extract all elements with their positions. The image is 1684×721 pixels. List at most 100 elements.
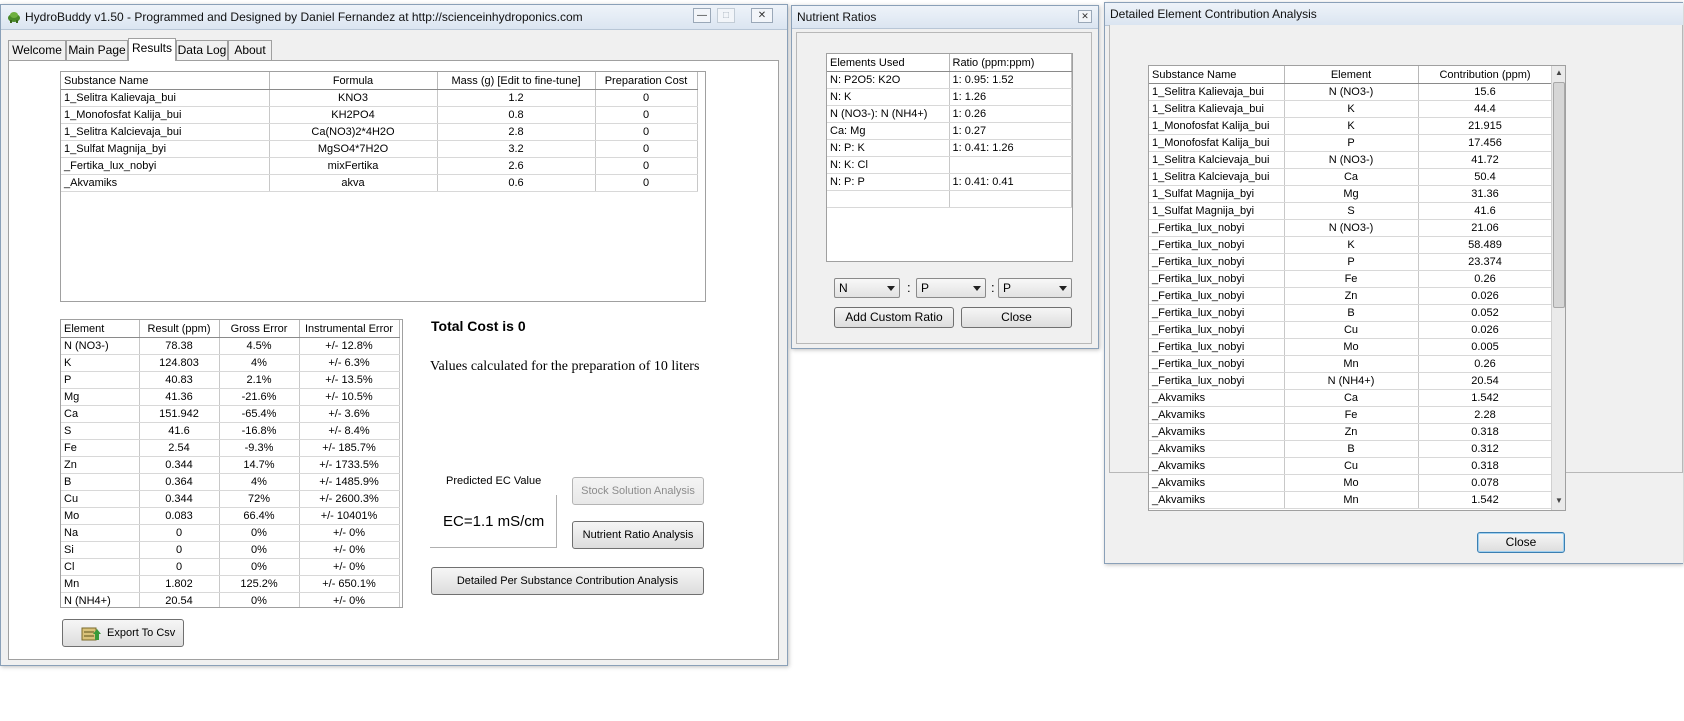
substance-row-cell[interactable]: 3.2 [437,140,596,158]
element-row-cell[interactable]: +/- 13.5% [299,371,400,389]
contribution-row-cell[interactable]: _Fertika_lux_nobyi [1149,236,1285,254]
col-detail-contribution[interactable]: Contribution (ppm) [1418,66,1553,84]
substance-row-cell[interactable]: 1_Selitra Kalievaja_bui [61,89,270,107]
element-row-cell[interactable]: 151.942 [139,405,220,423]
element-row-cell[interactable]: 4% [219,473,300,491]
contribution-row-cell[interactable]: 21.915 [1418,117,1553,135]
col-ratio[interactable]: Ratio (ppm:ppm) [949,54,1072,72]
contribution-row-cell[interactable]: K [1284,117,1419,135]
element-row-cell[interactable]: 4% [219,354,300,372]
element-row-cell[interactable]: Zn [61,456,140,474]
contribution-row-cell[interactable]: _Akvamiks [1149,389,1285,407]
contribution-row-cell[interactable]: Zn [1284,423,1419,441]
tab-main-page[interactable]: Main Page [66,40,128,60]
element-row-cell[interactable]: +/- 8.4% [299,422,400,440]
element-row-cell[interactable]: 14.7% [219,456,300,474]
ratio-element-select-2[interactable]: P [916,278,986,298]
ratio-row-cell[interactable]: N (NO3-): N (NH4+) [827,105,950,123]
substance-row-cell[interactable]: _Fertika_lux_nobyi [61,157,270,175]
contribution-row-cell[interactable]: S [1284,202,1419,220]
element-row-cell[interactable]: Cu [61,490,140,508]
ratio-row-cell[interactable]: N: K [827,88,950,106]
contribution-row-cell[interactable]: K [1284,236,1419,254]
substance-row-cell[interactable]: 1_Sulfat Magnija_byi [61,140,270,158]
element-row-cell[interactable]: 41.36 [139,388,220,406]
contribution-row[interactable]: 1_Sulfat Magnija_byi S 41.6 [1149,202,1553,220]
ratio-row-cell[interactable]: 1: 0.26 [949,105,1072,123]
col-detail-element[interactable]: Element [1284,66,1419,84]
element-row-cell[interactable]: 0% [219,541,300,559]
element-row-cell[interactable]: +/- 0% [299,558,400,576]
element-row[interactable]: K 124.803 4% +/- 6.3% [61,354,400,372]
detailed-contribution-button[interactable]: Detailed Per Substance Contribution Anal… [431,567,704,595]
element-row[interactable]: P 40.83 2.1% +/- 13.5% [61,371,400,389]
contribution-row[interactable]: _Fertika_lux_nobyi Mn 0.26 [1149,355,1553,373]
element-row[interactable]: Cu 0.344 72% +/- 2600.3% [61,490,400,508]
substance-row-cell[interactable]: 1_Monofosfat Kalija_bui [61,106,270,124]
substance-row-cell[interactable]: akva [269,174,438,192]
element-row-cell[interactable]: +/- 6.3% [299,354,400,372]
tab-about[interactable]: About [228,40,272,60]
contribution-row-cell[interactable]: _Akvamiks [1149,491,1285,509]
contribution-row[interactable]: _Akvamiks B 0.312 [1149,440,1553,458]
contribution-row[interactable]: _Fertika_lux_nobyi N (NO3-) 21.06 [1149,219,1553,237]
minimize-button[interactable]: — [693,8,711,23]
element-row-cell[interactable]: 0% [219,592,300,607]
element-row-cell[interactable]: 66.4% [219,507,300,525]
element-row-cell[interactable]: Mn [61,575,140,593]
substance-row-cell[interactable]: 0.8 [437,106,596,124]
element-row[interactable]: B 0.364 4% +/- 1485.9% [61,473,400,491]
contribution-row[interactable]: 1_Selitra Kalievaja_bui N (NO3-) 15.6 [1149,83,1553,101]
ratio-row-cell[interactable]: Ca: Mg [827,122,950,140]
element-row-cell[interactable]: 124.803 [139,354,220,372]
element-row-cell[interactable]: -65.4% [219,405,300,423]
col-elements-used[interactable]: Elements Used [827,54,950,72]
contribution-row-cell[interactable]: Mn [1284,355,1419,373]
contribution-row-cell[interactable]: _Fertika_lux_nobyi [1149,253,1285,271]
element-row-cell[interactable]: 0% [219,558,300,576]
element-row-cell[interactable]: Cl [61,558,140,576]
elements-grid[interactable]: Element Result (ppm) Gross Error Instrum… [60,319,403,608]
contribution-row[interactable]: _Akvamiks Mo 0.078 [1149,474,1553,492]
contribution-row[interactable]: 1_Selitra Kalievaja_bui K 44.4 [1149,100,1553,118]
contribution-row-cell[interactable]: 31.36 [1418,185,1553,203]
col-formula[interactable]: Formula [269,72,438,90]
contribution-row-cell[interactable]: N (NO3-) [1284,83,1419,101]
col-result-ppm[interactable]: Result (ppm) [139,320,220,338]
element-row-cell[interactable]: 40.83 [139,371,220,389]
element-row-cell[interactable]: -16.8% [219,422,300,440]
contribution-row-cell[interactable]: 1_Sulfat Magnija_byi [1149,202,1285,220]
contribution-row-cell[interactable]: 1_Selitra Kalievaja_bui [1149,83,1285,101]
element-row[interactable]: Si 0 0% +/- 0% [61,541,400,559]
element-row[interactable]: Mn 1.802 125.2% +/- 650.1% [61,575,400,593]
ratio-row[interactable]: N: K: Cl [827,156,1072,174]
contribution-row-cell[interactable]: 41.6 [1418,202,1553,220]
element-row[interactable]: Na 0 0% +/- 0% [61,524,400,542]
substance-row[interactable]: 1_Selitra Kalcievaja_bui Ca(NO3)2*4H2O 2.8… [61,123,698,141]
contribution-row-cell[interactable]: 1_Sulfat Magnija_byi [1149,185,1285,203]
substance-row[interactable]: _Akvamiks akva 0.6 0 [61,174,698,192]
contribution-row[interactable]: 1_Selitra Kalcievaja_bui N (NO3-) 41.72 [1149,151,1553,169]
ratio-row-cell[interactable]: 1: 0.95: 1.52 [949,71,1072,89]
contribution-row-cell[interactable]: B [1284,440,1419,458]
ratio-row-cell[interactable]: 1: 0.41: 1.26 [949,139,1072,157]
ratio-row-cell[interactable] [827,190,950,208]
element-row-cell[interactable]: Mo [61,507,140,525]
element-row[interactable]: Fe 2.54 -9.3% +/- 185.7% [61,439,400,457]
contribution-row-cell[interactable]: 21.06 [1418,219,1553,237]
element-row-cell[interactable]: 4.5% [219,337,300,355]
contribution-row-cell[interactable]: N (NO3-) [1284,219,1419,237]
element-row-cell[interactable]: 0.364 [139,473,220,491]
contribution-row-cell[interactable]: 2.28 [1418,406,1553,424]
contribution-row-cell[interactable]: Fe [1284,406,1419,424]
export-csv-button[interactable]: Export To Csv [62,619,184,647]
element-row-cell[interactable]: B [61,473,140,491]
substance-row[interactable]: 1_Monofosfat Kalija_bui KH2PO4 0.8 0 [61,106,698,124]
element-row[interactable]: N (NH4+) 20.54 0% +/- 0% [61,592,400,607]
element-row-cell[interactable]: 72% [219,490,300,508]
contribution-row[interactable]: _Akvamiks Cu 0.318 [1149,457,1553,475]
contribution-row[interactable]: _Fertika_lux_nobyi Fe 0.26 [1149,270,1553,288]
contribution-row-cell[interactable]: 0.318 [1418,423,1553,441]
col-instrumental-error[interactable]: Instrumental Error [299,320,400,338]
contribution-row-cell[interactable]: P [1284,134,1419,152]
